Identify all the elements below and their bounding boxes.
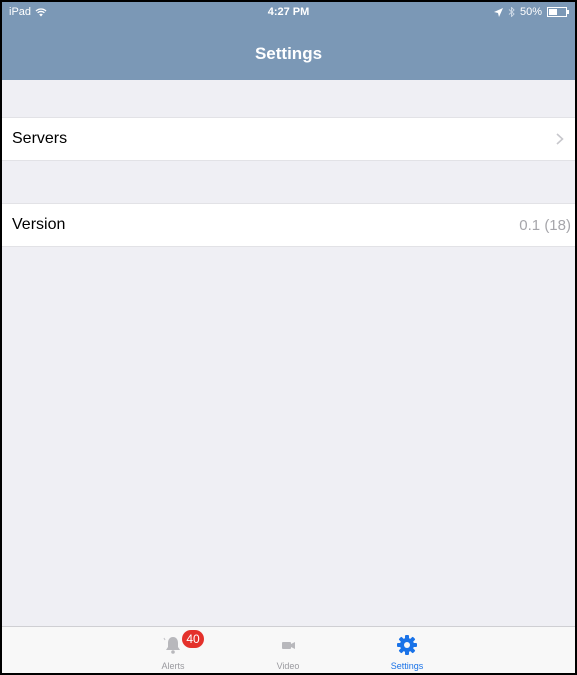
status-bar: iPad 4:27 PM 50% [2,2,575,32]
chevron-right-icon [556,133,564,145]
tab-alerts-label: Alerts [161,661,185,671]
servers-row[interactable]: Servers [2,117,575,161]
tab-bar: 40 Alerts Video Settings [2,626,575,673]
battery-percent: 50% [519,6,542,18]
bluetooth-icon [508,7,515,17]
tab-settings-label: Settings [390,661,424,671]
tab-video[interactable]: Video [253,627,323,673]
version-row: Version 0.1 (18) [2,203,575,247]
tab-alerts[interactable]: 40 Alerts [138,627,208,673]
video-camera-icon [282,642,295,649]
location-arrow-icon [493,7,503,17]
status-time: 4:27 PM [267,6,310,18]
tab-video-label: Video [276,661,300,671]
servers-label: Servers [12,130,68,147]
gear-icon [397,635,417,655]
status-right: 50% [493,6,569,18]
alerts-badge: 40 [182,630,204,648]
version-value: 0.1 (18) [519,217,571,234]
battery-level [549,9,557,15]
battery-icon [547,7,569,17]
page-title: Settings [254,44,323,63]
navigation-bar: Settings [2,32,575,80]
tab-settings[interactable]: Settings [372,627,442,673]
ipad-screen: iPad 4:27 PM 50% Settings Servers Versio… [0,0,577,675]
version-label: Version [12,216,66,233]
